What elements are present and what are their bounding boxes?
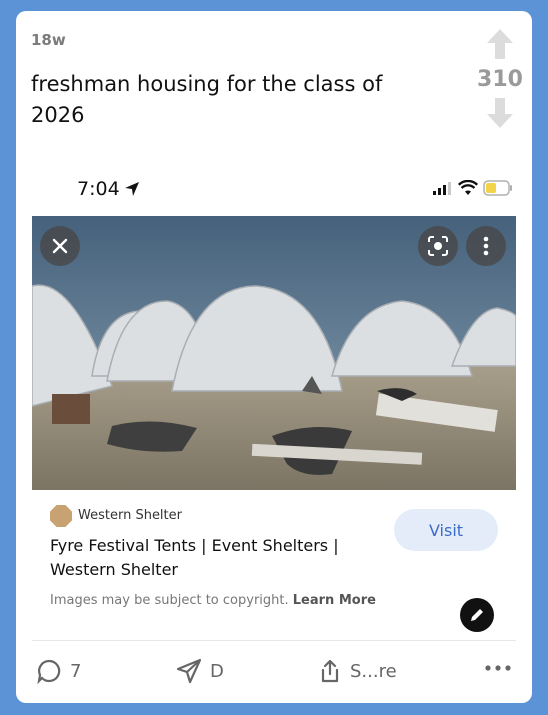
overflow-menu-button[interactable] bbox=[484, 664, 512, 672]
comment-count: 7 bbox=[70, 660, 82, 682]
tents-photo[interactable] bbox=[32, 216, 516, 490]
pencil-icon bbox=[471, 609, 483, 621]
send-button[interactable]: D bbox=[176, 658, 224, 684]
result-title[interactable]: Fyre Festival Tents | Event Shelters | W… bbox=[50, 534, 350, 582]
result-info: Western Shelter Visit Fyre Festival Tent… bbox=[32, 490, 516, 640]
more-vertical-icon bbox=[483, 236, 489, 256]
phone-status-bar: 7:04 bbox=[32, 171, 532, 211]
post-title: freshman housing for the class of 2026 bbox=[31, 72, 383, 127]
comment-icon bbox=[37, 659, 61, 684]
signal-icon bbox=[433, 182, 451, 195]
vote-count: 310 bbox=[477, 67, 523, 92]
status-time-text: 7:04 bbox=[77, 178, 120, 200]
share-button[interactable]: S...re bbox=[318, 658, 397, 684]
send-icon bbox=[176, 658, 202, 684]
vote-column: 310 bbox=[476, 27, 524, 130]
location-arrow-icon bbox=[124, 182, 139, 196]
source-name: Western Shelter bbox=[78, 508, 182, 523]
send-label: D bbox=[210, 660, 224, 682]
copyright-text: Images may be subject to copyright. bbox=[50, 593, 289, 608]
post-age: 18w bbox=[31, 31, 66, 49]
arrow-down-icon[interactable] bbox=[476, 96, 524, 130]
wifi-icon bbox=[458, 180, 478, 195]
edit-button[interactable] bbox=[460, 598, 494, 632]
arrow-up-icon[interactable] bbox=[476, 27, 524, 61]
status-time: 7:04 bbox=[77, 178, 140, 200]
lens-search-button[interactable] bbox=[418, 226, 458, 266]
source-favicon bbox=[50, 505, 72, 527]
close-icon bbox=[52, 238, 68, 254]
divider bbox=[32, 640, 516, 641]
lens-search-icon bbox=[428, 236, 448, 256]
visit-button[interactable]: Visit bbox=[394, 509, 498, 551]
copyright-notice: Images may be subject to copyright. Lear… bbox=[50, 593, 376, 608]
share-icon bbox=[321, 659, 339, 683]
learn-more-link[interactable]: Learn More bbox=[293, 593, 376, 608]
comments-button[interactable]: 7 bbox=[36, 658, 81, 684]
more-horizontal-icon bbox=[485, 665, 511, 671]
share-label: S...re bbox=[350, 660, 397, 682]
more-options-button[interactable] bbox=[466, 226, 506, 266]
post-card: 18w freshman housing for the class of 20… bbox=[16, 11, 532, 703]
close-button[interactable] bbox=[40, 226, 80, 266]
post-actions: 7 D S...re bbox=[16, 654, 532, 694]
status-icons bbox=[433, 180, 513, 196]
battery-icon bbox=[483, 180, 512, 196]
